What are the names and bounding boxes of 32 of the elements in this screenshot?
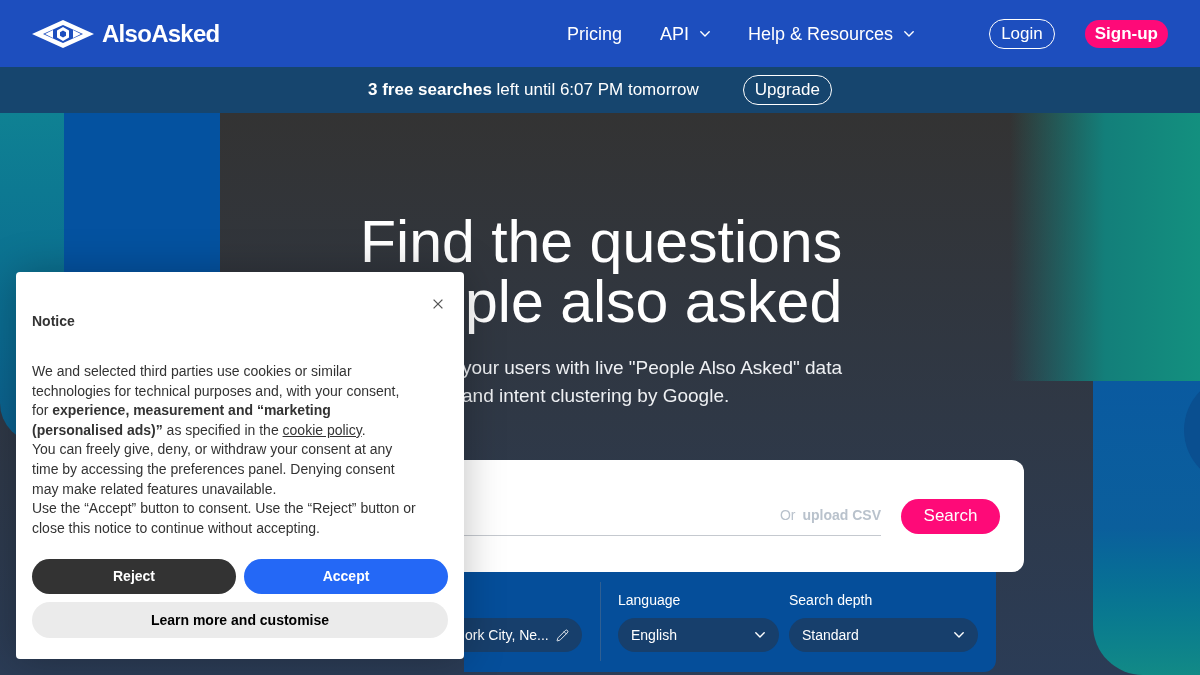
logo-icon xyxy=(32,19,94,48)
notice-text: Use the “Accept” button to consent. Use the “Reject” button or close this notice to continue without accepting. xyxy=(32,499,417,538)
dropdown-select[interactable]: Standard xyxy=(789,618,978,652)
nav-link[interactable]: Help & Resources xyxy=(748,21,915,46)
nav-link[interactable]: Pricing xyxy=(567,21,623,46)
notice-text: You can freely give, deny, or withdraw your consent at any time by accessing the preferences panel. Denying consent may make related features unavailable. xyxy=(32,440,396,499)
search-button[interactable]: Search xyxy=(901,498,1000,534)
hero-heading: Find the questions xyxy=(360,212,843,272)
close-icon xyxy=(433,299,443,309)
signup-button[interactable]: Sign-up xyxy=(1084,19,1168,48)
hero-subtitle: and intent clustering by Google. xyxy=(462,384,730,408)
nav-link[interactable]: API xyxy=(660,21,711,46)
dropdown-select[interactable]: English xyxy=(618,618,779,652)
consent-button[interactable]: Accept xyxy=(244,559,448,595)
brand-logo[interactable]: AlsoAsked xyxy=(32,15,220,52)
notice-text: We and selected third parties use cookies or similar technologies for technical purposes and, with your consent, for experience, measurement and “marketing (personalised ads)” as specified in the cookie policy. xyxy=(32,362,401,440)
cookie-policy-link[interactable]: cookie policy xyxy=(282,421,362,438)
chevron-down-icon xyxy=(700,30,711,37)
announcement-text: 3 free searches left until 6:07 PM tomorrow xyxy=(368,79,699,102)
notice-title: Notice xyxy=(32,312,76,331)
chevron-down-icon xyxy=(904,30,915,37)
customise-button[interactable]: Learn more and customise xyxy=(32,602,448,639)
location-field[interactable]: ork City, Ne... xyxy=(464,618,582,652)
close-button[interactable] xyxy=(433,299,443,309)
or-text: Or xyxy=(779,506,796,525)
consent-button[interactable]: Reject xyxy=(32,559,236,595)
pencil-icon xyxy=(556,628,569,642)
chevron-down-icon xyxy=(755,632,765,638)
chevron-down-icon xyxy=(954,632,964,638)
hero-subtitle: your users with live "People Also Asked" data xyxy=(462,356,842,380)
field-label: Language xyxy=(618,591,681,610)
field-label: Search depth xyxy=(789,591,873,610)
